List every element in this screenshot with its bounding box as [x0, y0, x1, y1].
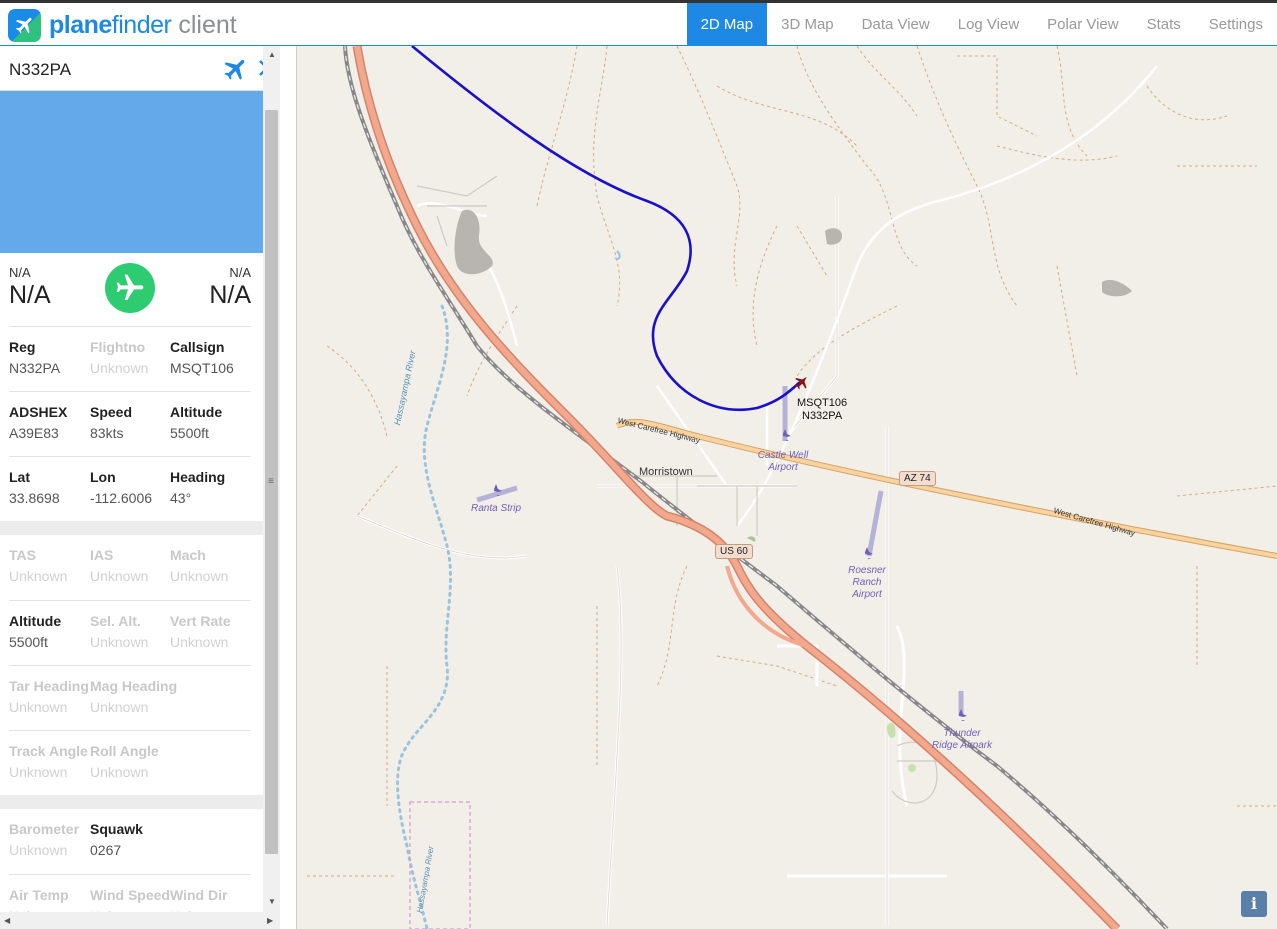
info-row: Barometer Unknown Squawk 0267 [9, 809, 251, 874]
field-lat: Lat 33.8698 [9, 469, 60, 506]
scroll-down-icon[interactable]: ▼ [268, 897, 276, 906]
aircraft-photo [0, 91, 263, 253]
info-row: Tar Heading Unknown Mag Heading Unknown [9, 665, 251, 730]
sidebar-horizontal-scrollbar[interactable]: ◀ ▶ [0, 912, 280, 929]
airport-thunder-ridge: Thunder Ridge Airpark [931, 728, 993, 751]
place-morristown: Morristown [639, 466, 693, 478]
sidebar-header: N332PA [0, 46, 280, 91]
selected-registration: N332PA [9, 60, 72, 79]
field-flightno: Flightno Unknown [90, 339, 149, 376]
tab-data-view[interactable]: Data View [848, 3, 944, 46]
field-tar-heading: Tar Heading Unknown [9, 678, 89, 715]
tab-2d-map[interactable]: 2D Map [686, 3, 768, 46]
field-ias: IAS Unknown [90, 547, 149, 584]
info-row: Reg N332PA Flightno Unknown Callsign MSQT10… [9, 326, 251, 391]
field-vert-rate: Vert Rate Unknown [170, 613, 231, 650]
field-track-angle: Track Angle Unknown [9, 743, 88, 780]
field-heading: Heading 43° [170, 469, 226, 506]
info-row: ADSHEX A39E83 Speed 83kts Altitude 5500ft [9, 391, 251, 456]
map-2d[interactable]: MSQT106 N332PA Morristown Castle Well Air… [297, 46, 1277, 929]
section-divider [0, 521, 263, 535]
plane-logo-icon [8, 8, 41, 42]
tab-3d-map[interactable]: 3D Map [767, 3, 848, 46]
main-nav: 2D Map 3D Map Data View Log View Polar V… [686, 3, 1277, 46]
brand-regular: finder [111, 10, 172, 39]
field-adshex: ADSHEX A39E83 [9, 404, 68, 441]
plane-icon[interactable] [222, 55, 250, 83]
tab-log-view[interactable]: Log View [944, 3, 1033, 46]
section-divider [0, 795, 263, 809]
flight-status-icon [105, 263, 155, 313]
airport-ranta-strip: Ranta Strip [471, 503, 522, 514]
field-squawk: Squawk 0267 [90, 821, 143, 858]
shield-az-74: AZ 74 [899, 471, 936, 486]
aircraft-reg-label: N332PA [802, 410, 843, 422]
map-canvas[interactable] [297, 46, 1277, 929]
field-mach: Mach Unknown [170, 547, 229, 584]
field-altitude-2: Altitude 5500ft [9, 613, 62, 650]
flight-route: N/A N/A N/A N/A [0, 253, 263, 326]
field-reg: Reg N332PA [9, 339, 61, 376]
field-speed: Speed 83kts [90, 404, 133, 441]
field-callsign: Callsign MSQT106 [170, 339, 234, 376]
tab-settings[interactable]: Settings [1195, 3, 1277, 46]
brand-suffix: client [178, 10, 237, 39]
field-altitude: Altitude 5500ft [170, 404, 223, 441]
field-roll-angle: Roll Angle Unknown [90, 743, 159, 780]
app-header: plane finder client 2D Map 3D Map Data Vie… [0, 0, 1277, 46]
destination-code: N/A [229, 265, 251, 280]
airport-castle-well: Castle Well Airport [757, 450, 809, 473]
tab-stats[interactable]: Stats [1133, 3, 1195, 46]
info-row: Altitude 5500ft Sel. Alt. Unknown Vert Rat… [9, 600, 251, 665]
info-row: Track Angle Unknown Roll Angle Unknown [9, 730, 251, 795]
shield-us-60: US 60 [715, 544, 753, 559]
field-barometer: Barometer Unknown [9, 821, 80, 858]
field-mag-heading: Mag Heading Unknown [90, 678, 178, 715]
airport-roesner-ranch: Roesner Ranch Airport [848, 565, 886, 600]
scroll-right-icon[interactable]: ▶ [267, 916, 273, 925]
scrollbar-grip-icon: ≡ [268, 476, 274, 487]
field-lon: Lon -112.6006 [90, 469, 153, 506]
scroll-left-icon[interactable]: ◀ [4, 916, 10, 925]
aircraft-sidebar: N332PA N/A N/A N/A N/A Reg N332PA Flightn… [0, 46, 297, 929]
info-row: Lat 33.8698 Lon -112.6006 Heading 43° [9, 456, 251, 521]
origin-name: N/A [9, 281, 51, 309]
sidebar-vertical-scrollbar[interactable]: ▲ ≡ ▼ [263, 46, 280, 912]
scroll-up-icon[interactable]: ▲ [268, 50, 276, 59]
map-info-button[interactable]: i [1241, 891, 1267, 917]
tab-polar-view[interactable]: Polar View [1033, 3, 1132, 46]
app-logo[interactable]: plane finder client [8, 8, 237, 42]
brand-bold: plane [49, 10, 112, 39]
field-tas: TAS Unknown [9, 547, 68, 584]
aircraft-callsign-label: MSQT106 [797, 397, 848, 409]
info-row: TAS Unknown IAS Unknown Mach Unknown [9, 535, 251, 600]
field-sel-alt: Sel. Alt. Unknown [90, 613, 149, 650]
origin-code: N/A [9, 265, 31, 280]
destination-name: N/A [209, 281, 251, 309]
